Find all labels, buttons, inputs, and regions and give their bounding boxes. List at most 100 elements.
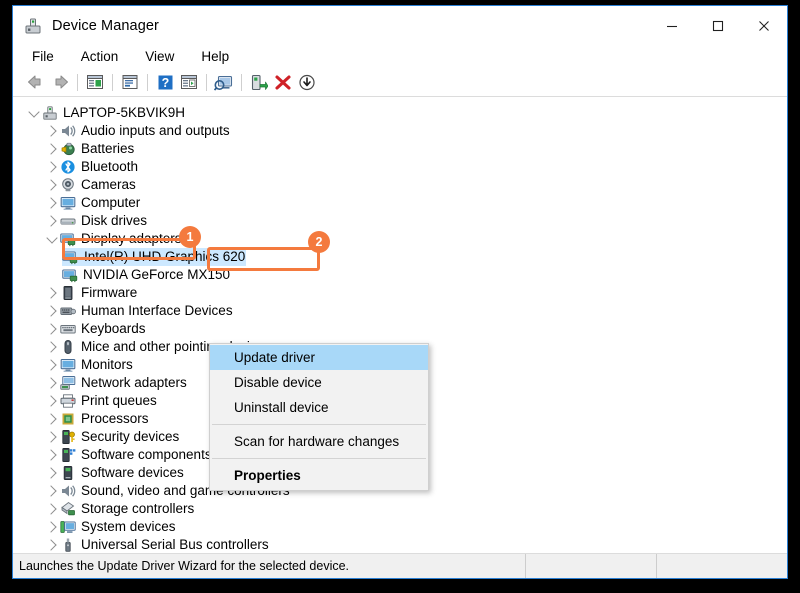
chevron-right-icon[interactable] bbox=[44, 428, 60, 446]
chevron-right-icon[interactable] bbox=[44, 356, 60, 374]
monitor-icon bbox=[60, 357, 76, 373]
chevron-right-icon[interactable] bbox=[44, 122, 60, 140]
chevron-right-icon[interactable] bbox=[44, 338, 60, 356]
chevron-down-icon[interactable] bbox=[44, 230, 60, 248]
context-menu-item-scan-for-hardware-changes[interactable]: Scan for hardware changes bbox=[210, 429, 428, 454]
mouse-icon bbox=[60, 339, 76, 355]
forward-button[interactable] bbox=[48, 71, 72, 94]
chevron-right-icon[interactable] bbox=[44, 140, 60, 158]
context-menu-item-disable-device[interactable]: Disable device bbox=[210, 370, 428, 395]
show-hide-console-tree-button[interactable] bbox=[83, 71, 107, 94]
tree-node-cameras[interactable]: Cameras bbox=[13, 176, 787, 194]
chevron-right-icon[interactable] bbox=[44, 176, 60, 194]
chevron-right-icon[interactable] bbox=[44, 536, 60, 553]
menu-help[interactable]: Help bbox=[199, 48, 231, 65]
camera-icon bbox=[60, 177, 76, 193]
context-menu-label: Properties bbox=[234, 468, 301, 483]
scan-for-hardware-changes-button[interactable] bbox=[212, 71, 236, 94]
display-adapter-icon bbox=[60, 231, 76, 247]
processor-icon bbox=[60, 411, 76, 427]
tree-node-computer[interactable]: Computer bbox=[13, 194, 787, 212]
chevron-right-icon[interactable] bbox=[44, 500, 60, 518]
chevron-right-icon[interactable] bbox=[44, 392, 60, 410]
tree-node-bluetooth[interactable]: Bluetooth bbox=[13, 158, 787, 176]
tree-node-label: Storage controllers bbox=[81, 501, 195, 516]
chevron-right-icon[interactable] bbox=[44, 302, 60, 320]
update-driver-button[interactable] bbox=[247, 71, 271, 94]
context-menu-item-properties[interactable]: Properties bbox=[210, 463, 428, 488]
tree-node-label: Display adapters bbox=[81, 231, 182, 246]
context-menu-separator bbox=[212, 424, 426, 425]
chevron-right-icon[interactable] bbox=[44, 374, 60, 392]
window-controls bbox=[649, 6, 787, 45]
toolbar-separator bbox=[77, 73, 78, 91]
device-manager-window: Device Manager File Action View Help ? L… bbox=[12, 5, 788, 579]
tree-node-usb-controllers[interactable]: Universal Serial Bus controllers bbox=[13, 536, 787, 553]
toolbar: ? bbox=[13, 68, 787, 97]
back-button[interactable] bbox=[24, 71, 48, 94]
software-component-icon bbox=[60, 447, 76, 463]
minimize-button[interactable] bbox=[649, 6, 695, 45]
tree-node-root[interactable]: LAPTOP-5KBVIK9H bbox=[13, 104, 787, 122]
chevron-right-icon[interactable] bbox=[44, 482, 60, 500]
speaker-icon bbox=[60, 123, 76, 139]
keyboard-icon bbox=[60, 321, 76, 337]
context-menu-item-uninstall-device[interactable]: Uninstall device bbox=[210, 395, 428, 420]
tree-node-intel-uhd-graphics[interactable]: Intel(R) UHD Graphics 620 bbox=[13, 248, 787, 266]
chevron-right-icon[interactable] bbox=[44, 410, 60, 428]
tree-node-batteries[interactable]: Batteries bbox=[13, 140, 787, 158]
speaker-icon bbox=[60, 483, 76, 499]
toolbar-separator bbox=[147, 73, 148, 91]
monitor-icon bbox=[60, 195, 76, 211]
tree-node-label: Audio inputs and outputs bbox=[81, 123, 230, 138]
menu-action[interactable]: Action bbox=[79, 48, 121, 65]
chevron-right-icon[interactable] bbox=[44, 320, 60, 338]
uninstall-device-icon bbox=[275, 74, 291, 90]
chevron-right-icon[interactable] bbox=[44, 158, 60, 176]
chevron-right-icon[interactable] bbox=[44, 446, 60, 464]
uninstall-device-button[interactable] bbox=[271, 71, 295, 94]
chevron-right-icon[interactable] bbox=[44, 212, 60, 230]
chevron-down-icon[interactable] bbox=[26, 104, 42, 122]
tree-node-label: Software devices bbox=[81, 465, 184, 480]
tree-node-label: Bluetooth bbox=[81, 159, 139, 174]
tree-node-disk-drives[interactable]: Disk drives bbox=[13, 212, 787, 230]
tree-node-system-devices[interactable]: System devices bbox=[13, 518, 787, 536]
maximize-icon bbox=[712, 20, 724, 31]
title-bar: Device Manager bbox=[13, 6, 787, 45]
context-menu[interactable]: Update driver Disable device Uninstall d… bbox=[209, 343, 429, 491]
tree-node-display-adapters[interactable]: Display adapters bbox=[13, 230, 787, 248]
tree-node-label: Firmware bbox=[81, 285, 138, 300]
context-menu-label: Uninstall device bbox=[234, 400, 329, 415]
battery-icon bbox=[60, 141, 76, 157]
back-icon bbox=[28, 75, 41, 89]
maximize-button[interactable] bbox=[695, 6, 741, 45]
tree-node-nvidia-geforce[interactable]: NVIDIA GeForce MX150 bbox=[13, 266, 787, 284]
show-hide-action-pane-button[interactable] bbox=[177, 71, 201, 94]
tree-node-storage-controllers[interactable]: Storage controllers bbox=[13, 500, 787, 518]
chevron-right-icon[interactable] bbox=[44, 518, 60, 536]
help-icon: ? bbox=[158, 75, 172, 90]
context-menu-item-update-driver[interactable]: Update driver bbox=[210, 345, 428, 370]
properties-button[interactable] bbox=[118, 71, 142, 94]
disable-device-button[interactable] bbox=[295, 71, 319, 94]
disk-drive-icon bbox=[60, 213, 76, 229]
tree-node-label: NVIDIA GeForce MX150 bbox=[83, 267, 231, 282]
tree-node-firmware[interactable]: Firmware bbox=[13, 284, 787, 302]
update-driver-icon bbox=[251, 74, 268, 90]
tree-node-audio-inputs-and-outputs[interactable]: Audio inputs and outputs bbox=[13, 122, 787, 140]
close-button[interactable] bbox=[741, 6, 787, 45]
help-button[interactable]: ? bbox=[153, 71, 177, 94]
menu-file[interactable]: File bbox=[30, 48, 56, 65]
display-adapter-icon bbox=[62, 249, 78, 265]
chevron-right-icon[interactable] bbox=[44, 284, 60, 302]
tree-node-keyboards[interactable]: Keyboards bbox=[13, 320, 787, 338]
scan-for-hardware-changes-icon bbox=[214, 75, 233, 91]
tree-node-human-interface-devices[interactable]: Human Interface Devices bbox=[13, 302, 787, 320]
chevron-right-icon[interactable] bbox=[44, 464, 60, 482]
chevron-right-icon[interactable] bbox=[44, 194, 60, 212]
menu-view[interactable]: View bbox=[143, 48, 176, 65]
tree-node-label: LAPTOP-5KBVIK9H bbox=[63, 105, 186, 120]
tree-node-label: Computer bbox=[81, 195, 141, 210]
status-bar: Launches the Update Driver Wizard for th… bbox=[13, 553, 787, 578]
